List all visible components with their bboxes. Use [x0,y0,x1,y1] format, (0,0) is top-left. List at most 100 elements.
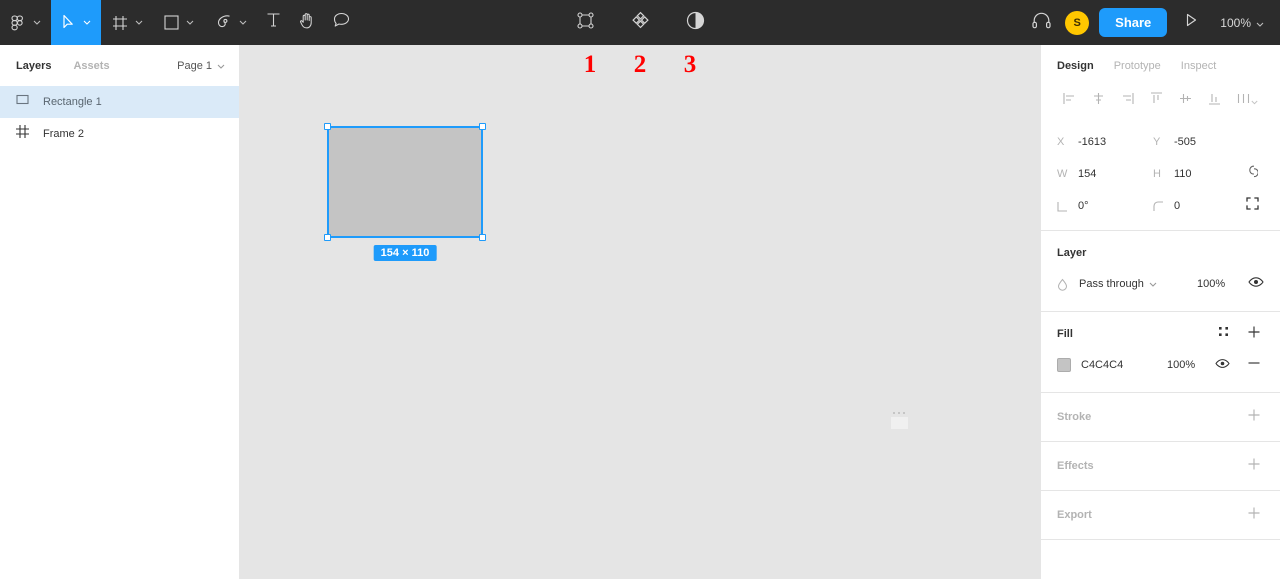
text-tool[interactable] [257,0,290,45]
align-bottom-button[interactable] [1203,89,1227,113]
figma-editor-window: S Share 100% Layers Assets Page 1 Rectan… [0,0,1280,579]
add-effect-button[interactable] [1244,456,1264,476]
annotation-3: 3 [683,51,697,78]
layer-visibility-button[interactable] [1248,275,1264,293]
stroke-section: Stroke [1041,393,1280,441]
add-export-button[interactable] [1244,505,1264,525]
fill-row-actions [1212,355,1264,375]
share-button[interactable]: Share [1099,8,1168,37]
align-right-icon [1120,91,1135,111]
align-top-button[interactable] [1144,89,1168,113]
x-field[interactable]: X -1613 [1057,136,1153,148]
y-value: -505 [1174,136,1197,148]
zoom-control[interactable]: 100% [1212,16,1268,30]
blend-mode-row: Pass through 100% [1057,269,1264,299]
chevron-down-icon [1149,278,1157,290]
independent-corners-button[interactable] [1240,194,1264,218]
x-value: -1613 [1078,136,1107,148]
corner-radius-icon [1153,200,1164,212]
figma-menu-button[interactable] [0,0,51,45]
chevron-down-icon [1256,16,1264,30]
present-button[interactable] [1167,13,1212,32]
add-fill-button[interactable] [1244,324,1264,344]
alignment-toolbar [1041,86,1280,116]
frame-hash-icon [16,125,29,143]
resize-handle-top-right[interactable] [479,123,486,130]
fill-section-actions [1214,324,1264,344]
resize-handle-top-left[interactable] [324,123,331,130]
w-label: W [1057,168,1068,180]
align-vertical-center-icon [1178,91,1193,111]
resize-handle-bottom-right[interactable] [479,234,486,241]
align-left-button[interactable] [1057,89,1081,113]
minus-icon [1247,356,1261,375]
rectangle-shape[interactable] [327,126,483,238]
remove-fill-button[interactable] [1244,355,1264,375]
annotation-2: 2 [633,51,647,78]
tab-design[interactable]: Design [1057,60,1094,72]
export-section: Export [1041,491,1280,539]
rotation-field[interactable]: 0° [1057,200,1153,212]
fill-opacity-value[interactable]: 100% [1167,359,1195,371]
page-selector[interactable]: Page 1 [177,45,225,86]
play-triangle-icon [1185,13,1198,32]
audio-button[interactable] [1024,12,1059,34]
height-field[interactable]: H 110 [1153,168,1249,180]
tab-prototype[interactable]: Prototype [1114,60,1161,72]
link-proportions-icon [1247,164,1259,184]
align-right-button[interactable] [1115,89,1139,113]
layer-opacity-value[interactable]: 100% [1197,278,1225,290]
distribute-button[interactable] [1232,89,1264,113]
layer-item-rectangle-1[interactable]: Rectangle 1 [0,86,239,118]
frame-tool[interactable] [101,0,153,45]
sidebar-tabs: Layers Assets Page 1 [0,45,239,86]
chevron-down-icon [33,20,51,25]
hand-tool[interactable] [290,0,324,45]
toolbar-left-group [0,0,359,45]
add-stroke-button[interactable] [1244,407,1264,427]
layer-item-frame-2[interactable]: Frame 2 [0,118,239,150]
layer-item-label: Frame 2 [43,128,84,140]
w-value: 154 [1078,168,1097,180]
width-field[interactable]: W 154 [1057,168,1153,180]
ghost-box [890,417,908,429]
mask-button[interactable] [677,0,714,45]
constrain-proportions-button[interactable] [1240,162,1264,186]
blend-mode-select[interactable]: Pass through [1079,278,1157,290]
layer-section-header: Layer [1057,243,1264,263]
comment-tool[interactable] [324,0,359,45]
align-horizontal-center-button[interactable] [1086,89,1110,113]
distribute-icon [1237,91,1250,111]
fill-item-row: C4C4C4 100% [1057,350,1264,380]
design-canvas[interactable]: 1 2 3 154 × 110 [240,45,1040,579]
fill-section-title: Fill [1057,328,1073,340]
top-toolbar: S Share 100% [0,0,1280,45]
fill-color-swatch[interactable] [1057,358,1071,372]
tab-layers[interactable]: Layers [16,60,51,72]
canvas-ghost-widget [888,412,910,429]
align-vertical-center-button[interactable] [1174,89,1198,113]
component-button[interactable] [622,0,659,45]
rectangle-icon [16,93,29,111]
avatar[interactable]: S [1065,10,1090,35]
zoom-level-value: 100% [1220,15,1251,30]
size-badge: 154 × 110 [373,245,437,261]
layer-section-title: Layer [1057,247,1087,259]
resize-handle-bottom-left[interactable] [324,234,331,241]
h-value: 110 [1174,168,1192,180]
y-field[interactable]: Y -505 [1153,136,1249,148]
corner-radius-field[interactable]: 0 [1153,200,1249,212]
fill-hex-value[interactable]: C4C4C4 [1081,359,1123,371]
fill-styles-button[interactable] [1214,324,1234,344]
tab-inspect[interactable]: Inspect [1181,60,1216,72]
pen-tool[interactable] [204,0,257,45]
move-tool[interactable] [51,0,101,45]
transform-properties: X -1613 Y -505 W 154 H 110 0° 0 [1041,116,1280,230]
square-icon [153,15,186,30]
selection-points-button[interactable] [567,0,604,45]
shape-tool[interactable] [153,0,204,45]
text-icon [266,12,281,33]
tab-assets[interactable]: Assets [73,60,109,72]
chevron-down-icon [83,20,101,25]
fill-visibility-button[interactable] [1212,355,1232,375]
